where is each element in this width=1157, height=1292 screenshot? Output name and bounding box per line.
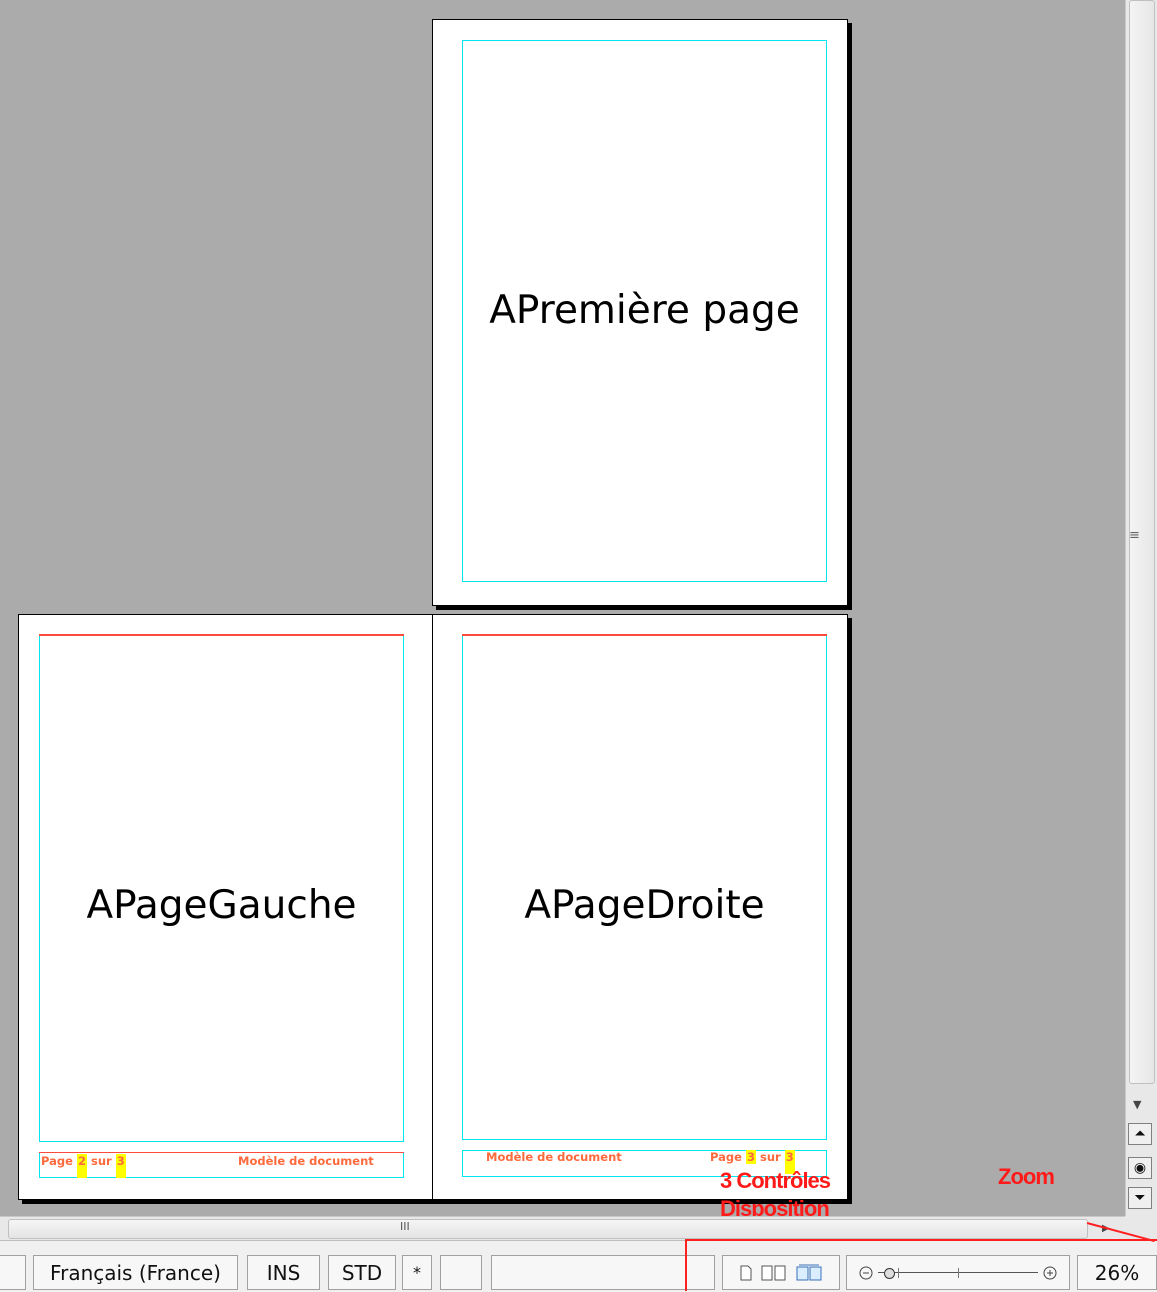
- footer-of-word: sur: [90, 1154, 112, 1168]
- footer-page-field: Page 2 sur 3: [41, 1154, 126, 1178]
- status-empty-left: [0, 1255, 26, 1290]
- horizontal-scroll-thumb[interactable]: [8, 1219, 1088, 1239]
- footer-of-word: sur: [759, 1150, 781, 1164]
- zoom-annotation: Zoom: [998, 1164, 1055, 1189]
- scroll-down-icon: ⏷: [1134, 1190, 1146, 1206]
- footer-doc-title: Modèle de document: [238, 1154, 374, 1168]
- page-text: APremière page: [489, 287, 800, 333]
- zoom-slider[interactable]: [878, 1266, 1038, 1280]
- status-bar: Français (France) INS STD * 26%: [0, 1240, 1157, 1292]
- vertical-scrollbar[interactable]: [1125, 0, 1157, 1216]
- scroll-grip-icon: ≡: [1129, 528, 1140, 543]
- single-page-view-icon[interactable]: [739, 1265, 753, 1281]
- navigator-icon: ◉: [1133, 1160, 1147, 1176]
- next-page-button[interactable]: ⏷: [1128, 1187, 1152, 1209]
- selection-mode-indicator[interactable]: STD: [328, 1255, 396, 1290]
- zoom-in-icon[interactable]: [1042, 1265, 1058, 1281]
- insert-mode-indicator[interactable]: INS: [247, 1255, 320, 1290]
- signature-indicator[interactable]: [440, 1255, 482, 1290]
- zoom-slider-control[interactable]: [846, 1255, 1070, 1290]
- footer-doc-title: Modèle de document: [486, 1150, 622, 1164]
- page-text: APageGauche: [86, 882, 357, 928]
- header-line: [462, 634, 827, 636]
- layout-controls[interactable]: [722, 1255, 840, 1290]
- multi-page-view-icon[interactable]: [761, 1265, 787, 1281]
- hscroll-grip-icon: III: [400, 1220, 410, 1233]
- zoom-out-icon[interactable]: [858, 1265, 874, 1281]
- page-number-field: 3: [745, 1150, 756, 1164]
- scroll-up-icon: ⏶: [1134, 1126, 1146, 1142]
- object-info: [491, 1255, 715, 1290]
- zoom-slider-tick: [898, 1267, 899, 1278]
- footer-page-word: Page: [41, 1154, 73, 1168]
- annotation-frame-left: [685, 1239, 687, 1291]
- page-number-field: 2: [76, 1154, 87, 1178]
- scroll-down-arrow-icon[interactable]: ▼: [1133, 1098, 1141, 1111]
- previous-page-button[interactable]: ⏶: [1128, 1123, 1152, 1145]
- page-right[interactable]: APageDroite Modèle de document Page 3 su…: [432, 614, 848, 1200]
- page-first[interactable]: APremière page: [432, 19, 848, 606]
- navigator-button[interactable]: ◉: [1128, 1157, 1152, 1179]
- page-left[interactable]: APageGauche Page 2 sur 3 Modèle de docum…: [18, 614, 433, 1200]
- horizontal-scrollbar[interactable]: III ▶: [0, 1216, 1125, 1241]
- page-text: APageDroite: [524, 882, 765, 928]
- book-view-icon[interactable]: [795, 1264, 823, 1282]
- language-indicator[interactable]: Français (France): [33, 1255, 238, 1290]
- layout-controls-annotation: 3 Contrôles Disposition: [720, 1168, 831, 1216]
- header-line: [39, 634, 404, 636]
- modified-indicator[interactable]: *: [402, 1255, 432, 1290]
- annotation-frame-top: [685, 1239, 1157, 1241]
- footer-page-word: Page: [710, 1150, 742, 1164]
- footer-line: [39, 1152, 404, 1153]
- zoom-slider-tick: [958, 1267, 959, 1278]
- document-workspace[interactable]: APremière page APageGauche Page 2 sur 3 …: [0, 0, 1125, 1216]
- zoom-slider-knob[interactable]: [884, 1267, 895, 1279]
- zoom-percent[interactable]: 26%: [1077, 1255, 1157, 1290]
- page-count-field: 3: [115, 1154, 126, 1178]
